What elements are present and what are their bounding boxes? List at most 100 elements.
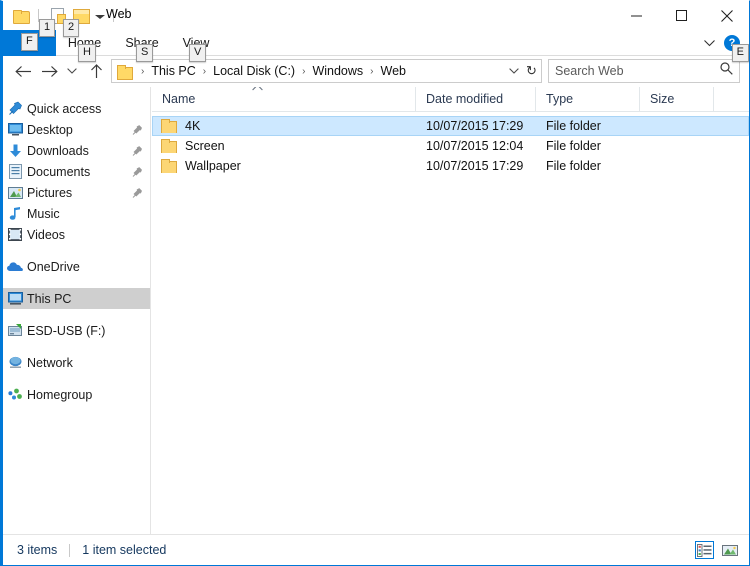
folder-icon bbox=[161, 139, 177, 153]
sort-ascending-icon bbox=[252, 87, 263, 94]
column-header-filler bbox=[713, 87, 749, 112]
recent-locations-button[interactable] bbox=[63, 60, 81, 82]
sidebar-item-label: Network bbox=[27, 355, 73, 370]
sidebar-item-music[interactable]: Music bbox=[3, 203, 150, 224]
sidebar-item-label: Desktop bbox=[27, 122, 73, 137]
sidebar-item-homegroup[interactable]: Homegroup bbox=[3, 384, 150, 405]
keytip-home: H bbox=[78, 44, 96, 62]
breadcrumb-item-local-disk[interactable]: Local Disk (C:) bbox=[211, 64, 297, 78]
breadcrumb-separator-0: › bbox=[141, 65, 145, 77]
document-icon bbox=[7, 164, 23, 180]
column-header-row: Name Date modified Type Size bbox=[152, 87, 749, 112]
back-button[interactable] bbox=[12, 60, 34, 82]
pin-icon[interactable] bbox=[132, 124, 143, 135]
pin-icon[interactable] bbox=[132, 166, 143, 177]
file-date-cell: 10/07/2015 12:04 bbox=[426, 139, 524, 153]
sidebar-item-label: Downloads bbox=[27, 143, 89, 158]
sidebar-item-onedrive[interactable]: OneDrive bbox=[3, 256, 150, 277]
keytip-file: F bbox=[21, 33, 38, 51]
navigation-pane[interactable]: Quick access Desktop Downloads Documents… bbox=[3, 87, 151, 534]
breadcrumb-item-web[interactable]: Web bbox=[379, 64, 408, 78]
forward-button[interactable] bbox=[38, 60, 60, 82]
nav-spacer-usb bbox=[3, 309, 150, 320]
file-name-label: Screen bbox=[185, 139, 225, 153]
column-header-date-modified[interactable]: Date modified bbox=[415, 87, 535, 112]
column-header-name-label: Name bbox=[162, 92, 196, 106]
minimize-button[interactable] bbox=[614, 1, 659, 30]
sidebar-item-esd-usb[interactable]: ESD-USB (F:) bbox=[3, 320, 150, 341]
nav-spacer-thispc bbox=[3, 277, 150, 288]
sidebar-item-downloads[interactable]: Downloads bbox=[3, 140, 150, 161]
sidebar-item-label: Music bbox=[27, 206, 60, 221]
view-mode-buttons bbox=[695, 541, 739, 559]
nav-spacer-homegroup bbox=[3, 373, 150, 384]
cloud-icon bbox=[7, 259, 23, 275]
sidebar-item-quick-access[interactable]: Quick access bbox=[3, 98, 150, 119]
refresh-button[interactable]: ↻ bbox=[521, 60, 542, 82]
close-button[interactable] bbox=[704, 1, 749, 30]
homegroup-icon bbox=[7, 387, 23, 403]
desktop-icon bbox=[7, 122, 23, 138]
sidebar-item-label: Videos bbox=[27, 227, 65, 242]
search-icon bbox=[720, 62, 733, 80]
sidebar-item-label: Pictures bbox=[27, 185, 73, 200]
table-row[interactable]: 4K 10/07/2015 17:29 File folder bbox=[152, 116, 749, 136]
sidebar-item-videos[interactable]: Videos bbox=[3, 224, 150, 245]
file-name-label: 4K bbox=[185, 119, 201, 133]
item-count-label: 3 items bbox=[17, 543, 58, 557]
file-date-cell: 10/07/2015 17:29 bbox=[426, 119, 524, 133]
file-list-pane[interactable]: Name Date modified Type Size 4K 10/07/20… bbox=[152, 87, 749, 534]
keytip-view: V bbox=[189, 44, 207, 62]
download-icon bbox=[7, 143, 23, 159]
large-icons-view-button[interactable] bbox=[720, 541, 739, 559]
address-bar-row: › This PC › Local Disk (C:) › Windows › … bbox=[3, 57, 749, 85]
status-divider bbox=[69, 543, 71, 557]
file-name-cell: Screen bbox=[153, 139, 416, 153]
pin-icon[interactable] bbox=[132, 187, 143, 198]
qat-folder-icon[interactable] bbox=[11, 6, 30, 25]
column-header-size[interactable]: Size bbox=[639, 87, 713, 112]
details-view-button[interactable] bbox=[695, 541, 714, 559]
search-box[interactable]: Search Web bbox=[548, 59, 740, 83]
nav-spacer-network bbox=[3, 341, 150, 352]
breadcrumb[interactable]: › This PC › Local Disk (C:) › Windows › … bbox=[111, 59, 542, 83]
column-header-date-label: Date modified bbox=[426, 92, 504, 106]
breadcrumb-separator-3: › bbox=[370, 65, 374, 77]
sidebar-item-pictures[interactable]: Pictures bbox=[3, 182, 150, 203]
usb-drive-icon bbox=[7, 323, 23, 339]
sidebar-item-documents[interactable]: Documents bbox=[3, 161, 150, 182]
file-type-cell: File folder bbox=[546, 159, 601, 173]
computer-icon bbox=[7, 291, 23, 307]
column-header-name[interactable]: Name bbox=[152, 87, 415, 112]
sidebar-item-desktop[interactable]: Desktop bbox=[3, 119, 150, 140]
video-icon bbox=[7, 227, 23, 243]
chevron-down-icon[interactable] bbox=[95, 14, 105, 19]
breadcrumb-separator-1: › bbox=[202, 65, 207, 77]
search-input[interactable]: Search Web bbox=[555, 64, 720, 78]
file-type-cell: File folder bbox=[546, 139, 601, 153]
address-dropdown-icon[interactable] bbox=[507, 64, 521, 78]
up-button[interactable] bbox=[85, 60, 107, 82]
folder-icon bbox=[161, 119, 177, 133]
table-row[interactable]: Wallpaper 10/07/2015 17:29 File folder bbox=[152, 156, 749, 176]
sidebar-item-label: OneDrive bbox=[27, 259, 80, 274]
keytip-help: E bbox=[731, 44, 749, 62]
status-text-group: 3 items 1 item selected bbox=[17, 543, 166, 557]
file-name-label: Wallpaper bbox=[185, 159, 241, 173]
sidebar-item-network[interactable]: Network bbox=[3, 352, 150, 373]
breadcrumb-item-this-pc[interactable]: This PC bbox=[149, 64, 197, 78]
column-header-type[interactable]: Type bbox=[535, 87, 639, 112]
sidebar-item-this-pc[interactable]: This PC bbox=[3, 288, 150, 309]
breadcrumb-separator-2: › bbox=[302, 65, 306, 77]
breadcrumb-item-windows[interactable]: Windows bbox=[310, 64, 365, 78]
file-date-cell: 10/07/2015 17:29 bbox=[426, 159, 524, 173]
file-name-cell: 4K bbox=[153, 119, 416, 133]
sidebar-item-label: Homegroup bbox=[27, 387, 93, 402]
pin-star-icon bbox=[7, 101, 23, 117]
maximize-button[interactable] bbox=[659, 1, 704, 30]
window-controls bbox=[614, 1, 749, 30]
table-row[interactable]: Screen 10/07/2015 12:04 File folder bbox=[152, 136, 749, 156]
network-icon bbox=[7, 355, 23, 371]
pin-icon[interactable] bbox=[132, 145, 143, 156]
ribbon-expand-button[interactable] bbox=[700, 34, 718, 52]
